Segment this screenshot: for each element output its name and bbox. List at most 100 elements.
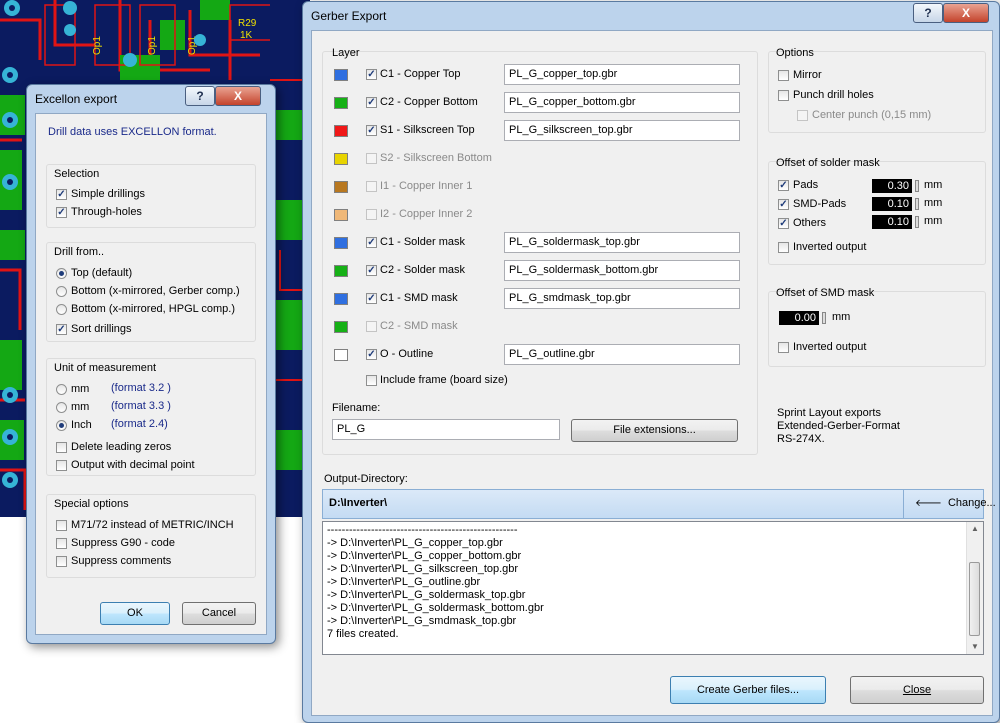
pcb-label: 1K: [240, 30, 253, 41]
include-frame-checkbox[interactable]: [366, 375, 377, 386]
gerber-titlebar[interactable]: Gerber Export ? X: [303, 2, 999, 28]
scroll-up-icon[interactable]: ▲: [971, 524, 979, 533]
close-button[interactable]: Close: [850, 676, 984, 704]
layer-checkbox[interactable]: ✓: [366, 69, 377, 80]
pcb-label: Op1: [147, 36, 158, 55]
smd-pads-offset-spinner[interactable]: [915, 198, 919, 210]
layer-color-swatch: [334, 97, 348, 109]
drill-bottom-gerber-label: Bottom (x-mirrored, Gerber comp.): [71, 285, 240, 297]
info-line-2: Extended-Gerber-Format: [777, 420, 900, 432]
layer-color-swatch: [334, 237, 348, 249]
layer-checkbox[interactable]: [366, 181, 377, 192]
layer-filename-input[interactable]: PL_G_copper_top.gbr: [504, 64, 740, 85]
close-window-button[interactable]: X: [215, 86, 261, 106]
drill-bottom-gerber-radio[interactable]: [56, 286, 67, 297]
file-extensions-button[interactable]: File extensions...: [571, 419, 738, 442]
pads-offset-unit: mm: [924, 179, 943, 191]
gerber-export-window[interactable]: Gerber Export ? X Layer ✓ C1 - Copper Top…: [302, 1, 1000, 723]
layer-filename-input[interactable]: PL_G_silkscreen_top.gbr: [504, 120, 740, 141]
unit-mm33-label: mm: [71, 401, 90, 413]
drill-top-radio[interactable]: [56, 268, 67, 279]
layer-filename-input[interactable]: PL_G_outline.gbr: [504, 344, 740, 365]
unit-inch-radio[interactable]: [56, 420, 67, 431]
unit-group-label: Unit of measurement: [54, 362, 157, 374]
pads-offset-value[interactable]: 0.30: [872, 179, 912, 193]
smd-offset-spinner[interactable]: [822, 312, 826, 324]
scroll-down-icon[interactable]: ▼: [971, 642, 979, 651]
layer-checkbox[interactable]: [366, 209, 377, 220]
suppress-g90-checkbox[interactable]: [56, 538, 67, 549]
m71-72-checkbox[interactable]: [56, 520, 67, 531]
filename-input[interactable]: PL_G: [332, 419, 560, 440]
layer-filename-input[interactable]: PL_G_copper_bottom.gbr: [504, 92, 740, 113]
layer-checkbox[interactable]: ✓: [366, 97, 377, 108]
delete-leading-zeros-label: Delete leading zeros: [71, 441, 172, 453]
layer-group-label: Layer: [332, 47, 360, 59]
help-button[interactable]: ?: [913, 3, 943, 23]
layer-label: C1 - Solder mask: [380, 236, 465, 248]
layer-checkbox[interactable]: [366, 153, 377, 164]
layer-checkbox[interactable]: [366, 321, 377, 332]
pads-offset-checkbox[interactable]: ✓: [778, 180, 789, 191]
log-line: ----------------------------------------…: [327, 524, 518, 536]
unit-mm33-radio[interactable]: [56, 402, 67, 413]
help-button[interactable]: ?: [185, 86, 215, 106]
punch-drill-label: Punch drill holes: [793, 89, 874, 101]
layer-color-swatch: [334, 69, 348, 81]
ok-button[interactable]: OK: [100, 602, 170, 625]
smd-pads-offset-checkbox[interactable]: ✓: [778, 199, 789, 210]
close-window-button[interactable]: X: [943, 3, 989, 23]
mirror-checkbox[interactable]: [778, 70, 789, 81]
others-offset-value[interactable]: 0.10: [872, 215, 912, 229]
delete-leading-zeros-checkbox[interactable]: [56, 442, 67, 453]
output-log[interactable]: ----------------------------------------…: [322, 521, 984, 655]
log-line: -> D:\Inverter\PL_G_outline.gbr: [327, 576, 481, 588]
layer-filename-input[interactable]: PL_G_soldermask_top.gbr: [504, 232, 740, 253]
unit-inch-label: Inch: [71, 419, 92, 431]
others-offset-label: Others: [793, 217, 827, 229]
layer-color-swatch: [334, 153, 348, 165]
pads-offset-spinner[interactable]: [915, 180, 919, 192]
unit-mm32-format: (format 3.2 ): [111, 382, 171, 394]
selection-group-label: Selection: [54, 168, 100, 180]
smd-inverted-label: Inverted output: [793, 341, 867, 353]
through-holes-checkbox[interactable]: ✓: [56, 207, 67, 218]
log-scrollbar[interactable]: ▲ ▼: [966, 522, 983, 654]
drill-bottom-hpgl-radio[interactable]: [56, 304, 67, 315]
output-directory-label: Output-Directory:: [324, 473, 408, 485]
output-directory-path: D:\Inverter\: [329, 497, 388, 509]
sort-drillings-checkbox[interactable]: ✓: [56, 324, 67, 335]
layer-checkbox[interactable]: ✓: [366, 293, 377, 304]
layer-filename-input[interactable]: PL_G_soldermask_bottom.gbr: [504, 260, 740, 281]
center-punch-checkbox[interactable]: [797, 110, 808, 121]
punch-drill-checkbox[interactable]: [778, 90, 789, 101]
layer-label: S2 - Silkscreen Bottom: [380, 152, 492, 164]
others-offset-spinner[interactable]: [915, 216, 919, 228]
excellon-export-window[interactable]: Excellon export ? X Drill data uses EXCE…: [26, 84, 276, 644]
simple-drillings-checkbox[interactable]: ✓: [56, 189, 67, 200]
layer-checkbox[interactable]: ✓: [366, 237, 377, 248]
smd-inverted-checkbox[interactable]: [778, 342, 789, 353]
cancel-button[interactable]: Cancel: [182, 602, 256, 625]
options-group-label: Options: [776, 47, 814, 59]
layer-checkbox[interactable]: ✓: [366, 349, 377, 360]
suppress-comments-checkbox[interactable]: [56, 556, 67, 567]
layer-color-swatch: [334, 181, 348, 193]
excellon-titlebar[interactable]: Excellon export ? X: [27, 85, 275, 111]
layer-checkbox[interactable]: ✓: [366, 265, 377, 276]
smd-pads-offset-value[interactable]: 0.10: [872, 197, 912, 211]
change-directory-button[interactable]: 🡐 Change...: [915, 497, 996, 509]
create-gerber-button[interactable]: Create Gerber files...: [670, 676, 826, 704]
smd-offset-value[interactable]: 0.00: [779, 311, 819, 325]
layer-checkbox[interactable]: ✓: [366, 125, 377, 136]
layer-filename-input[interactable]: PL_G_smdmask_top.gbr: [504, 288, 740, 309]
scroll-thumb[interactable]: [969, 562, 980, 636]
decimal-point-checkbox[interactable]: [56, 460, 67, 471]
unit-mm32-radio[interactable]: [56, 384, 67, 395]
solder-inverted-checkbox[interactable]: [778, 242, 789, 253]
others-offset-unit: mm: [924, 215, 943, 227]
output-directory-bar: D:\Inverter\ 🡐 Change...: [322, 489, 996, 519]
layer-label: C1 - SMD mask: [380, 292, 458, 304]
others-offset-checkbox[interactable]: ✓: [778, 218, 789, 229]
excellon-client-area: Drill data uses EXCELLON format. Selecti…: [35, 113, 267, 635]
